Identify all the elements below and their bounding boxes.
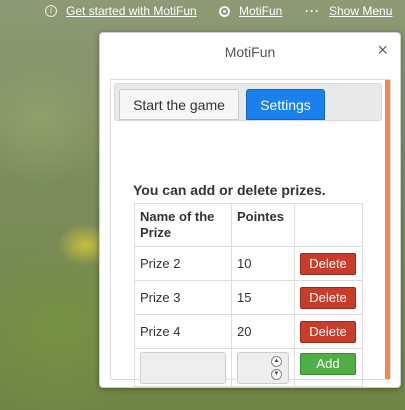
add-prize-button[interactable]: Add xyxy=(300,353,356,375)
tab-bar: Start the game Settings xyxy=(114,83,382,121)
tab-settings[interactable]: Settings xyxy=(246,89,325,120)
info-icon: i xyxy=(45,5,57,17)
top-toolbar: i Get started with MotiFun MotiFun ··· S… xyxy=(0,0,405,24)
show-menu-label[interactable]: Show Menu xyxy=(329,4,392,18)
new-prize-row: ▲ ▼ Add xyxy=(134,348,363,387)
get-started-link[interactable]: i Get started with MotiFun xyxy=(45,4,197,18)
show-menu-link[interactable]: ··· Show Menu xyxy=(305,4,392,18)
prize-name-cell: Prize 4 xyxy=(134,314,232,349)
prize-name-cell: Prize 2 xyxy=(134,246,232,281)
prize-action-cell: Delete xyxy=(294,280,363,315)
delete-button[interactable]: Delete xyxy=(300,252,356,275)
delete-button[interactable]: Delete xyxy=(300,320,356,343)
new-prize-name-cell xyxy=(134,348,232,387)
scrollbar[interactable] xyxy=(385,80,390,379)
header-actions xyxy=(294,203,363,247)
dialog-title: MotiFun xyxy=(224,44,276,60)
prize-points-cell: 10 xyxy=(231,246,295,281)
intro-text: You can add or delete prizes. xyxy=(133,182,326,198)
table-header-row: Name of the Prize Pointes xyxy=(134,203,363,247)
get-started-label[interactable]: Get started with MotiFun xyxy=(66,4,197,18)
new-prize-points-cell: ▲ ▼ xyxy=(231,348,295,387)
motifun-logo-icon xyxy=(218,5,231,17)
prize-action-cell: Delete xyxy=(294,246,363,281)
prize-points-cell: 20 xyxy=(231,314,295,349)
table-row: Prize 3 15 Delete xyxy=(134,280,363,315)
table-row: Prize 4 20 Delete xyxy=(134,314,363,349)
prize-action-cell: Delete xyxy=(294,314,363,349)
chevron-down-icon[interactable]: ▼ xyxy=(271,368,282,380)
motifun-dialog: MotiFun × Start the game Settings You ca… xyxy=(99,32,401,388)
points-spinner[interactable]: ▲ ▼ xyxy=(271,355,282,380)
prize-name-cell: Prize 3 xyxy=(134,280,232,315)
dialog-content: Start the game Settings You can add or d… xyxy=(110,79,391,387)
new-prize-name-input[interactable] xyxy=(140,351,226,384)
prize-points-cell: 15 xyxy=(231,280,295,315)
new-prize-points-input[interactable]: ▲ ▼ xyxy=(237,351,289,384)
dots-menu-icon: ··· xyxy=(305,4,320,18)
chevron-up-icon[interactable]: ▲ xyxy=(271,355,282,367)
prizes-table: Name of the Prize Pointes Prize 2 10 Del… xyxy=(134,203,363,387)
brand-label[interactable]: MotiFun xyxy=(239,4,282,18)
close-icon[interactable]: × xyxy=(377,41,388,59)
header-prize-name: Name of the Prize xyxy=(134,203,232,247)
tab-start-the-game[interactable]: Start the game xyxy=(119,89,239,120)
delete-button[interactable]: Delete xyxy=(300,286,356,309)
table-row: Prize 2 10 Delete xyxy=(134,246,363,281)
brand-link[interactable]: MotiFun xyxy=(218,4,282,18)
new-prize-action-cell: Add xyxy=(294,348,363,387)
header-points: Pointes xyxy=(231,203,295,247)
